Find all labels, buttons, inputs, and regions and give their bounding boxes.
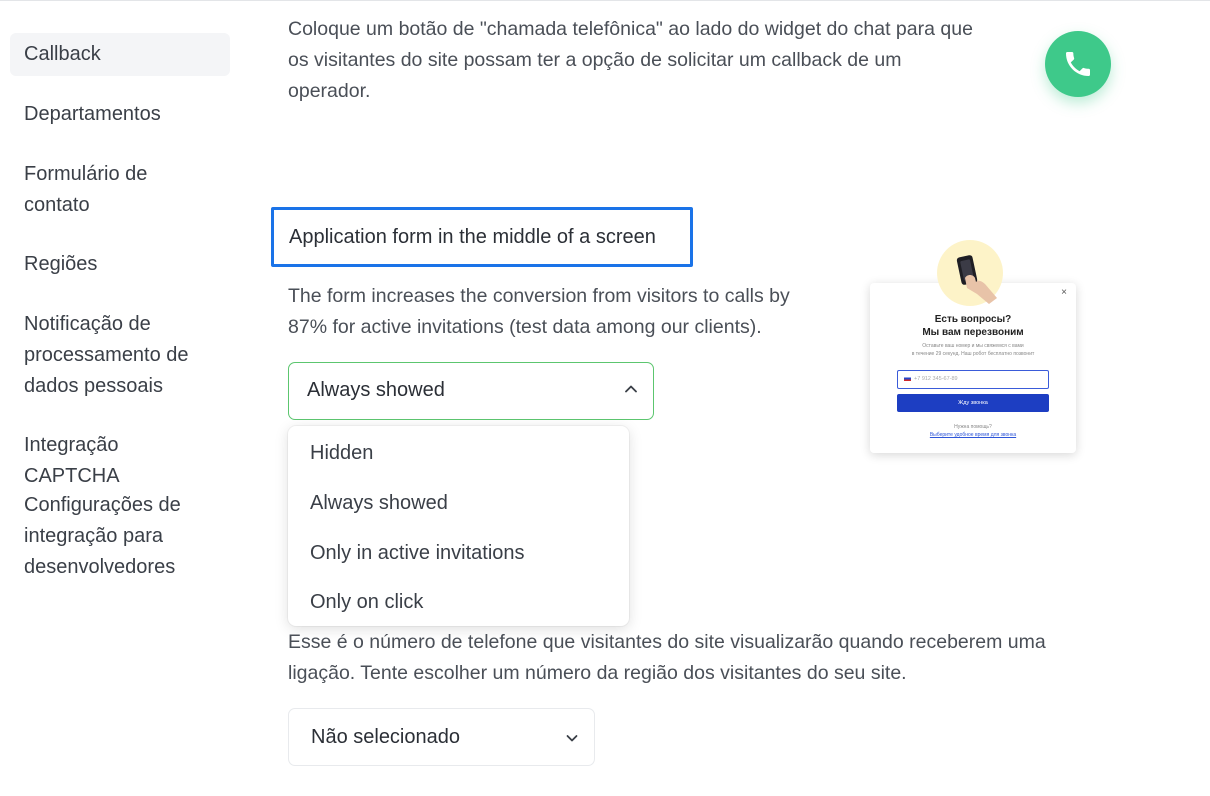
preview-footer: Нужна помощь? Выберите удобное время для… xyxy=(929,424,1017,438)
select-value: Não selecionado xyxy=(311,726,460,748)
sidebar-item-regioes[interactable]: Regiões xyxy=(10,243,230,286)
option-always-showed[interactable]: Always showed xyxy=(288,478,629,528)
settings-sidebar: Callback Departamentos Formulário de con… xyxy=(0,0,245,796)
sidebar-item-departamentos[interactable]: Departamentos xyxy=(10,93,230,136)
application-form-section-title: Application form in the middle of a scre… xyxy=(271,207,693,267)
preview-title: Есть вопросы? Мы вам перезвоним xyxy=(922,314,1024,338)
chevron-up-icon xyxy=(625,385,637,393)
application-form-description: The form increases the conversion from v… xyxy=(288,285,790,338)
sidebar-item-label: Departamentos xyxy=(24,103,161,125)
callback-intro-text: Coloque um botão de "chamada telefônica"… xyxy=(288,18,973,102)
phone-number-select[interactable]: Não selecionado xyxy=(288,708,595,766)
sidebar-item-label: Regiões xyxy=(24,253,98,275)
sidebar-item-label: Formulário de contato xyxy=(24,163,148,216)
sidebar-item-formulario-de-contato[interactable]: Formulário de contato xyxy=(10,153,230,227)
sidebar-item-label: Callback xyxy=(24,43,101,65)
callback-phone-button[interactable] xyxy=(1045,31,1111,97)
callback-settings-panel: Coloque um botão de "chamada telefônica"… xyxy=(245,0,1210,796)
preview-hand-phone-illustration xyxy=(937,240,1003,306)
application-form-preview: × Есть вопросы? Мы вам перезвоним Оставь… xyxy=(870,283,1076,453)
preview-call-button: Жду звонка xyxy=(897,394,1049,412)
sidebar-item-callback[interactable]: Callback xyxy=(10,33,230,76)
application-form-display-select[interactable]: Always showed xyxy=(288,362,654,420)
sidebar-item-label: Configurações de integração para desenvo… xyxy=(24,494,181,578)
hand-holding-phone-icon xyxy=(956,255,997,304)
sidebar-item-label: Notificação de processamento de dados pe… xyxy=(24,313,189,397)
preview-description: Оставьте ваш номер и мы свяжемся с вами … xyxy=(911,343,1035,357)
option-hidden[interactable]: Hidden xyxy=(288,428,629,478)
preview-close-icon: × xyxy=(1061,287,1067,298)
chevron-down-icon xyxy=(566,735,578,742)
phone-icon xyxy=(1066,52,1090,76)
select-value: Always showed xyxy=(307,379,445,401)
sidebar-item-label: Integração CAPTCHA xyxy=(24,434,120,487)
application-form-options-menu: Hidden Always showed Only in active invi… xyxy=(288,426,629,626)
sidebar-item-notificacao-dados-pessoais[interactable]: Notificação de processamento de dados pe… xyxy=(10,303,230,408)
sidebar-item-integracao-desenvolvedores[interactable]: Configurações de integração para desenvo… xyxy=(10,484,230,589)
option-only-in-active-invitations[interactable]: Only in active invitations xyxy=(288,528,629,578)
preview-phone-input: +7 912 345-67-89 xyxy=(897,370,1049,389)
phone-number-description: Esse é o número de telefone que visitant… xyxy=(288,631,1046,684)
flag-icon xyxy=(904,376,911,382)
option-only-on-click[interactable]: Only on click xyxy=(288,577,629,627)
